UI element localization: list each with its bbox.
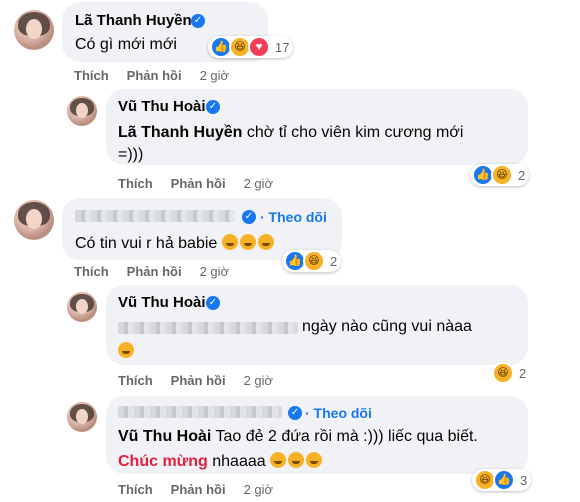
- comment-actions: Thích Phản hồi 2 giờ: [118, 176, 291, 191]
- verified-badge-icon: ✓: [206, 296, 220, 310]
- comment-actions: Thích Phản hồi 2 giờ: [118, 482, 291, 497]
- laugh-emoji-icon: [118, 342, 134, 358]
- timestamp[interactable]: 2 giờ: [200, 264, 230, 279]
- author-name-blurred: [118, 406, 282, 418]
- avatar[interactable]: [67, 402, 97, 432]
- comment-text-line2: Chúc mừng nhaaaa: [118, 452, 324, 471]
- reaction-count: 3: [520, 472, 528, 488]
- like-button[interactable]: Thích: [118, 373, 153, 388]
- timestamp[interactable]: 2 giờ: [244, 482, 274, 497]
- verified-badge-icon: ✓: [242, 210, 256, 224]
- mention-link[interactable]: Vũ Thu Hoài: [118, 428, 211, 445]
- verified-badge-icon: ✓: [288, 406, 302, 420]
- comment-text: ngày nào cũng vui nàaa: [302, 318, 472, 335]
- like-button[interactable]: Thích: [74, 68, 109, 83]
- grin-emoji-icon: [239, 234, 256, 250]
- like-button[interactable]: Thích: [118, 176, 153, 191]
- comment-actions: Thích Phản hồi 2 giờ: [74, 68, 247, 83]
- timestamp[interactable]: 2 giờ: [244, 373, 274, 388]
- timestamp[interactable]: 2 giờ: [244, 176, 274, 191]
- reaction-count: 2: [519, 365, 527, 381]
- love-reaction-icon: ♥: [248, 36, 270, 58]
- comment-text-line2: =))): [118, 146, 144, 163]
- like-button[interactable]: Thích: [118, 482, 153, 497]
- comment-text: Vũ Thu Hoài Tao đẻ 2 đứa rồi mà :))) liế…: [118, 428, 478, 445]
- verified-badge-icon: ✓: [191, 14, 205, 28]
- avatar[interactable]: [14, 200, 54, 240]
- reaction-summary[interactable]: 👍 😆 2: [470, 164, 530, 186]
- reaction-summary[interactable]: 👍 😆 ♥ 17: [208, 36, 294, 58]
- reaction-summary[interactable]: 😆 👍 3: [472, 469, 532, 491]
- mention-blurred: [118, 322, 298, 334]
- comment-actions: Thích Phản hồi 2 giờ: [118, 373, 291, 388]
- avatar[interactable]: [67, 292, 97, 322]
- reaction-count: 2: [330, 253, 338, 269]
- avatar[interactable]: [67, 96, 97, 126]
- comment-author[interactable]: Lã Thanh Huyền: [75, 12, 192, 29]
- reaction-summary[interactable]: 👍 😆 2: [282, 250, 342, 272]
- reply-button[interactable]: Phản hồi: [127, 68, 182, 83]
- reply-button[interactable]: Phản hồi: [127, 264, 182, 279]
- grin-emoji-icon: [257, 234, 274, 250]
- avatar[interactable]: [14, 10, 54, 50]
- reaction-summary[interactable]: 😆 2: [490, 362, 530, 384]
- comment-text: Có tin vui r hả babie: [75, 234, 276, 253]
- reply-button[interactable]: Phản hồi: [171, 482, 226, 497]
- comment-text: Có gì mới mới: [75, 36, 177, 53]
- mention-link[interactable]: Lã Thanh Huyền: [118, 124, 242, 141]
- like-button[interactable]: Thích: [74, 264, 109, 279]
- grimace-emoji-icon: [270, 452, 287, 468]
- grimace-emoji-icon: [288, 452, 305, 468]
- author-name-blurred: [75, 210, 235, 222]
- reaction-count: 2: [518, 167, 526, 183]
- haha-reaction-icon: 😆: [491, 164, 513, 186]
- congrats-highlight: Chúc mừng: [118, 453, 208, 470]
- reply-button[interactable]: Phản hồi: [171, 176, 226, 191]
- haha-reaction-icon: 😆: [492, 362, 514, 384]
- follow-button[interactable]: · Theo dõi: [305, 405, 372, 421]
- comment-author[interactable]: Vũ Thu Hoài: [118, 294, 206, 311]
- timestamp[interactable]: 2 giờ: [200, 68, 230, 83]
- haha-reaction-icon: 😆: [303, 250, 325, 272]
- grimace-emoji-icon: [306, 452, 323, 468]
- follow-button[interactable]: · Theo dõi: [260, 209, 327, 225]
- verified-badge-icon: ✓: [206, 100, 220, 114]
- grin-emoji-icon: [221, 234, 238, 250]
- comment-actions: Thích Phản hồi 2 giờ: [74, 264, 247, 279]
- reply-button[interactable]: Phản hồi: [171, 373, 226, 388]
- comment-text: Lã Thanh Huyền chờ tỉ cho viên kim cương…: [118, 124, 464, 141]
- comment-text-line2: [118, 342, 136, 361]
- comment-author[interactable]: Vũ Thu Hoài: [118, 98, 206, 115]
- reaction-count: 17: [275, 39, 290, 55]
- like-reaction-icon: 👍: [493, 469, 515, 491]
